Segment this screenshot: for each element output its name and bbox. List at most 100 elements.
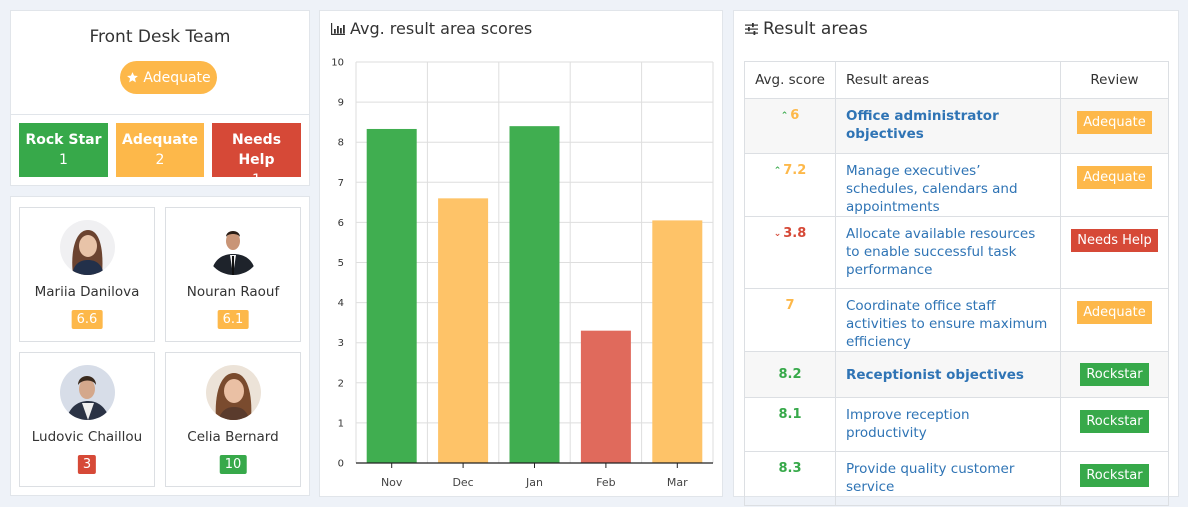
bar-feb[interactable] bbox=[580, 330, 631, 463]
score-value: 7 bbox=[785, 298, 795, 313]
y-tick-label: 3 bbox=[338, 338, 344, 349]
avatar bbox=[206, 365, 261, 420]
row-review: Rockstar bbox=[1060, 397, 1169, 452]
member-score-badge: 6.1 bbox=[217, 310, 249, 329]
score-value: 6 bbox=[790, 108, 800, 123]
bar-dec[interactable] bbox=[438, 198, 489, 463]
row-area: Provide quality customer service bbox=[835, 451, 1061, 506]
row-area: Office administrator objectives bbox=[835, 98, 1061, 154]
result-area-link[interactable]: Manage executives’ schedules, calendars … bbox=[846, 163, 1018, 215]
row-review: Adequate bbox=[1060, 98, 1169, 154]
row-score: ⌃ 6 bbox=[744, 98, 836, 154]
member-score-badge: 3 bbox=[77, 455, 97, 474]
review-badge[interactable]: Adequate bbox=[1077, 301, 1152, 324]
review-badge[interactable]: Adequate bbox=[1077, 111, 1152, 134]
review-badge[interactable]: Rockstar bbox=[1080, 363, 1149, 386]
x-tick-label: Nov bbox=[381, 476, 403, 489]
score-value: 7.2 bbox=[783, 163, 807, 178]
row-score: 8.3 bbox=[744, 451, 836, 506]
table-header-row: Avg. score Result areas Review bbox=[744, 61, 1169, 99]
divider bbox=[11, 114, 309, 115]
score-value: 3.8 bbox=[783, 226, 807, 241]
y-tick-label: 2 bbox=[338, 378, 344, 389]
score-value: 8.2 bbox=[778, 367, 802, 382]
row-score: ⌄ 3.8 bbox=[744, 216, 836, 289]
x-tick-label: Feb bbox=[596, 476, 615, 489]
table-row: 8.3 Provide quality customer service Rocks… bbox=[744, 451, 1169, 506]
column-header-score[interactable]: Avg. score bbox=[744, 61, 836, 99]
y-tick-label: 5 bbox=[338, 258, 344, 269]
column-header-review[interactable]: Review bbox=[1060, 61, 1169, 99]
stat-label: Adequate bbox=[122, 132, 198, 148]
member-name: Celia Bernard bbox=[187, 429, 279, 445]
member-card[interactable]: Mariia Danilova 6.6 bbox=[19, 207, 155, 342]
review-badge[interactable]: Rockstar bbox=[1080, 464, 1149, 487]
row-score: 8.1 bbox=[744, 397, 836, 452]
review-badge[interactable]: Needs Help bbox=[1071, 229, 1158, 252]
result-areas-panel: Result areas Avg. score Result areas Rev… bbox=[733, 10, 1179, 506]
stat-count: 1 bbox=[59, 152, 68, 168]
result-areas-title: Result areas bbox=[745, 19, 868, 39]
y-tick-label: 9 bbox=[338, 98, 344, 109]
bar-chart: 0 1 2 3 4 5 6 7 8 9 10 Nov Dec Jan Feb Mar bbox=[331, 58, 714, 489]
result-area-link[interactable]: Improve reception productivity bbox=[846, 407, 970, 441]
row-review: Adequate bbox=[1060, 288, 1169, 352]
stat-count: 2 bbox=[155, 152, 165, 168]
result-area-link[interactable]: Provide quality customer service bbox=[846, 461, 1014, 495]
row-area: Coordinate office staff activities to en… bbox=[835, 288, 1061, 352]
star-icon bbox=[127, 72, 139, 83]
row-review: Rockstar bbox=[1060, 351, 1169, 398]
row-review: Rockstar bbox=[1060, 451, 1169, 506]
row-score: 8.2 bbox=[744, 351, 836, 398]
y-tick-label: 0 bbox=[338, 459, 344, 470]
member-card[interactable]: Ludovic Chaillou 3 bbox=[19, 352, 155, 487]
member-score-badge: 10 bbox=[219, 455, 247, 474]
avatar bbox=[206, 220, 261, 275]
result-area-link[interactable]: Coordinate office staff activities to en… bbox=[846, 298, 1047, 350]
table-group-row: ⌃ 6 Office administrator objectives Adequat… bbox=[744, 98, 1169, 154]
trend-down-icon: ⌄ bbox=[773, 229, 782, 239]
result-area-link[interactable]: Office administrator objectives bbox=[846, 108, 999, 142]
row-area: Allocate available resources to enable s… bbox=[835, 216, 1061, 289]
row-score: ⌃ 7.2 bbox=[744, 153, 836, 217]
team-title: Front Desk Team bbox=[89, 27, 231, 47]
bar-mar[interactable] bbox=[652, 220, 703, 463]
row-area: Receptionist objectives bbox=[835, 351, 1061, 398]
bar-jan[interactable] bbox=[509, 126, 560, 463]
review-badge[interactable]: Rockstar bbox=[1080, 410, 1149, 433]
y-tick-label: 1 bbox=[338, 418, 344, 429]
table-row: 7 Coordinate office staff activities to e… bbox=[744, 288, 1169, 352]
result-area-link[interactable]: Allocate available resources to enable s… bbox=[846, 226, 1035, 278]
member-name: Nouran Raouf bbox=[186, 284, 280, 300]
member-name: Ludovic Chaillou bbox=[31, 429, 143, 445]
member-card[interactable]: Nouran Raouf 6.1 bbox=[165, 207, 301, 342]
stat-rock-star[interactable]: Rock Star 1 bbox=[19, 123, 108, 177]
x-tick-label: Mar bbox=[667, 476, 688, 489]
column-header-area[interactable]: Result areas bbox=[835, 61, 1061, 99]
score-value: 8.1 bbox=[778, 407, 802, 422]
table-row: ⌃ 7.2 Manage executives’ schedules, calend… bbox=[744, 153, 1169, 217]
table-row: 8.1 Improve reception productivity Rocksta… bbox=[744, 397, 1169, 452]
team-status-label: Adequate bbox=[143, 69, 211, 86]
trend-up-icon: ⌃ bbox=[773, 166, 782, 176]
avatar bbox=[60, 220, 115, 275]
sliders-icon bbox=[745, 23, 758, 35]
y-tick-label: 6 bbox=[338, 218, 344, 229]
stat-label: Rock Star bbox=[25, 132, 102, 148]
row-review: Adequate bbox=[1060, 153, 1169, 217]
y-tick-label: 7 bbox=[338, 178, 344, 189]
team-members-panel: Mariia Danilova 6.6 Nouran Raouf 6.1 Lud… bbox=[10, 196, 310, 496]
row-review: Needs Help bbox=[1060, 216, 1169, 289]
stat-needs-help[interactable]: Needs Help 1 bbox=[212, 123, 301, 188]
stat-adequate[interactable]: Adequate 2 bbox=[116, 123, 204, 177]
member-name: Mariia Danilova bbox=[34, 284, 140, 300]
review-badge[interactable]: Adequate bbox=[1077, 166, 1152, 189]
table-group-row: 8.2 Receptionist objectives Rockstar bbox=[744, 351, 1169, 398]
row-area: Manage executives’ schedules, calendars … bbox=[835, 153, 1061, 217]
result-area-link[interactable]: Receptionist objectives bbox=[846, 367, 1024, 383]
bar-nov[interactable] bbox=[366, 128, 417, 463]
member-card[interactable]: Celia Bernard 10 bbox=[165, 352, 301, 487]
x-tick-label: Jan bbox=[525, 476, 543, 489]
trend-up-icon: ⌃ bbox=[780, 111, 789, 121]
chart-panel: Avg. result area scores 0 1 2 3 4 5 6 7 8 9 10 Nov D… bbox=[319, 10, 723, 497]
